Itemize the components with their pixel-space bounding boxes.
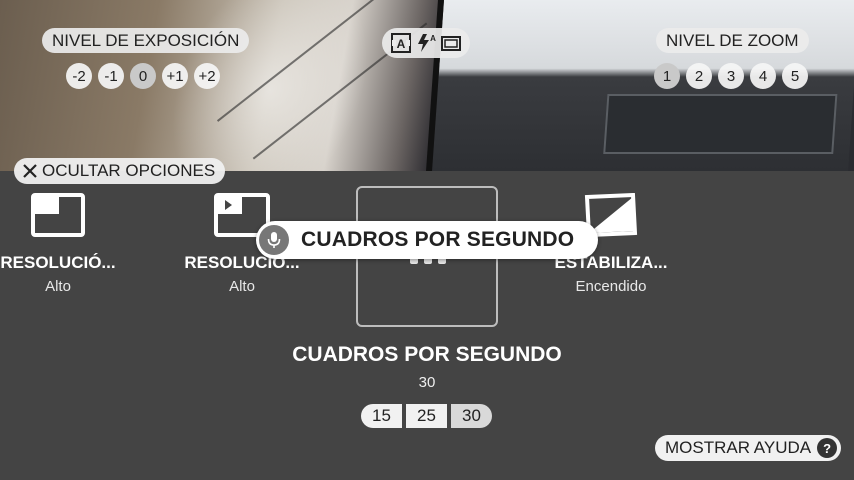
zoom-options: 1 2 3 4 5 bbox=[654, 63, 808, 89]
svg-text:A: A bbox=[430, 34, 436, 43]
exposure-option[interactable]: -1 bbox=[98, 63, 124, 89]
voice-hint-tooltip: CUADROS POR SEGUNDO bbox=[256, 221, 598, 259]
exposure-title: NIVEL DE EXPOSICIÓN bbox=[42, 28, 250, 53]
mic-icon bbox=[259, 225, 289, 255]
capture-mode-toggles: A A bbox=[382, 28, 470, 58]
detail-value: 30 bbox=[418, 374, 436, 391]
setting-title: RESOLUCIÓ... bbox=[0, 253, 116, 272]
zoom-option[interactable]: 2 bbox=[686, 63, 712, 89]
aspect-ratio-icon[interactable] bbox=[440, 32, 462, 54]
setting-photo-resolution[interactable]: RESOLUCIÓ... Alto bbox=[0, 193, 123, 295]
exposure-options: -2 -1 0 +1 +2 bbox=[66, 63, 220, 89]
zoom-title: NIVEL DE ZOOM bbox=[656, 28, 809, 53]
zoom-option[interactable]: 4 bbox=[750, 63, 776, 89]
help-icon: ? bbox=[817, 438, 838, 458]
exposure-option[interactable]: -2 bbox=[66, 63, 92, 89]
detail-title: CUADROS POR SEGUNDO bbox=[292, 343, 562, 366]
flash-auto-icon[interactable]: A bbox=[415, 32, 437, 54]
setting-value: Alto bbox=[45, 278, 71, 295]
setting-value: Alto bbox=[229, 278, 255, 295]
auto-exposure-icon[interactable]: A bbox=[390, 32, 412, 54]
preview-monitor-window bbox=[603, 94, 838, 154]
hide-options-label: OCULTAR OPCIONES bbox=[42, 161, 216, 180]
exposure-option-selected[interactable]: 0 bbox=[130, 63, 156, 89]
hide-options-button[interactable]: OCULTAR OPCIONES bbox=[14, 158, 226, 184]
fps-options: 15 25 30 bbox=[361, 404, 492, 428]
photo-resolution-icon bbox=[31, 193, 85, 237]
zoom-option[interactable]: 3 bbox=[718, 63, 744, 89]
show-help-label: MOSTRAR AYUDA bbox=[665, 438, 812, 457]
exposure-option[interactable]: +1 bbox=[162, 63, 188, 89]
close-icon bbox=[23, 164, 37, 178]
tooltip-label: CUADROS POR SEGUNDO bbox=[301, 228, 575, 251]
zoom-option-selected[interactable]: 1 bbox=[654, 63, 680, 89]
setting-value: Encendido bbox=[575, 278, 647, 295]
fps-option[interactable]: 25 bbox=[406, 404, 447, 428]
fps-option[interactable]: 15 bbox=[361, 404, 402, 428]
zoom-option[interactable]: 5 bbox=[782, 63, 808, 89]
exposure-option[interactable]: +2 bbox=[194, 63, 220, 89]
show-help-button[interactable]: MOSTRAR AYUDA ? bbox=[655, 435, 842, 461]
fps-option-selected[interactable]: 30 bbox=[451, 404, 492, 428]
svg-text:A: A bbox=[397, 37, 406, 51]
